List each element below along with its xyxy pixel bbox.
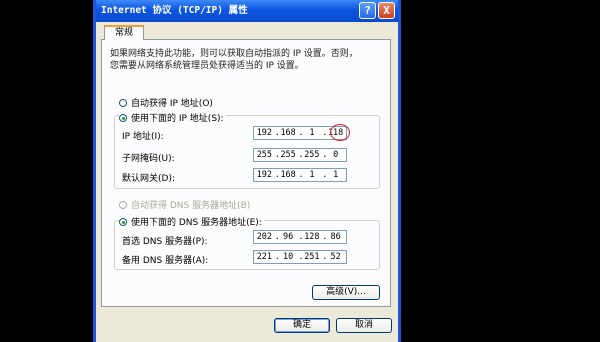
ip-auto-label: 自动获得 IP 地址(O) <box>131 99 213 109</box>
subnet-mask-input[interactable]: 255. 255. 255. 0 <box>253 148 347 162</box>
tab-general[interactable]: 常规 <box>104 25 144 40</box>
ip-manual-label: 使用下面的 IP 地址(S): <box>131 114 224 124</box>
dns-manual-label: 使用下面的 DNS 服务器地址(E): <box>131 218 262 228</box>
subnet-mask-label: 子网掩码(U): <box>122 154 175 164</box>
ip-manual-option[interactable]: 使用下面的 IP 地址(S): <box>119 111 226 124</box>
ip-auto-radio[interactable] <box>119 98 127 107</box>
default-gateway-label: 默认网关(D): <box>122 174 175 184</box>
dns-auto-option[interactable]: 自动获得 DNS 服务器地址(B) <box>119 198 250 211</box>
help-button[interactable]: ? <box>359 2 376 19</box>
cancel-button[interactable]: 取消 <box>336 318 392 333</box>
dns-auto-label: 自动获得 DNS 服务器地址(B) <box>131 201 251 211</box>
dns-auto-radio[interactable] <box>119 200 127 209</box>
alternate-dns-input[interactable]: 221. 10. 251. 52 <box>253 250 347 264</box>
alternate-dns-label: 备用 DNS 服务器(A): <box>122 256 209 266</box>
description-text: 如果网络支持此功能，则可以获取自动指派的 IP 设置。否则，您需要从网络系统管理… <box>110 49 358 71</box>
close-button[interactable]: X <box>378 2 395 19</box>
dns-manual-option[interactable]: 使用下面的 DNS 服务器地址(E): <box>119 215 264 228</box>
advanced-button[interactable]: 高级(V)... <box>312 285 380 300</box>
ip-manual-radio[interactable] <box>119 113 127 122</box>
preferred-dns-label: 首选 DNS 服务器(P): <box>122 237 208 247</box>
ip-address-label: IP 地址(I): <box>122 132 164 142</box>
dns-manual-radio[interactable] <box>119 217 127 226</box>
ip-auto-option[interactable]: 自动获得 IP 地址(O) <box>119 96 213 109</box>
ok-button[interactable]: 确定 <box>274 318 330 333</box>
default-gateway-input[interactable]: 192. 168. 1. 1 <box>253 168 347 182</box>
annotation-circle <box>330 124 350 141</box>
preferred-dns-input[interactable]: 202. 96. 128. 86 <box>253 230 347 244</box>
window-title: Internet 协议 (TCP/IP) 属性 <box>101 5 248 16</box>
title-bar[interactable]: Internet 协议 (TCP/IP) 属性 ? X <box>96 0 398 22</box>
